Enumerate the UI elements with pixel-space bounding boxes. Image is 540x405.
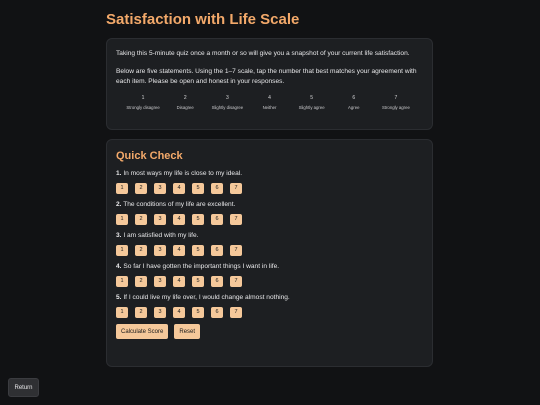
intro-card: Taking this 5-minute quiz once a month o… <box>106 38 433 130</box>
rating-button-4[interactable]: 4 <box>173 245 185 256</box>
rating-button-1[interactable]: 1 <box>116 245 128 256</box>
question-text: If I could live my life over, I would ch… <box>123 294 290 301</box>
rating-button-3[interactable]: 3 <box>154 307 166 318</box>
scale-number: 7 <box>394 95 398 101</box>
rating-button-6[interactable]: 6 <box>211 276 223 287</box>
rating-button-6[interactable]: 6 <box>211 245 223 256</box>
quiz-title: Quick Check <box>116 150 183 162</box>
rating-button-3[interactable]: 3 <box>154 245 166 256</box>
question-4: 4. So far I have gotten the important th… <box>116 262 423 287</box>
rating-button-4[interactable]: 4 <box>173 307 185 318</box>
rating-button-4[interactable]: 4 <box>173 183 185 194</box>
rating-button-7[interactable]: 7 <box>230 307 242 318</box>
scale-label: Strongly disagree <box>126 105 160 110</box>
scale-item: 7 Strongly agree <box>375 95 417 111</box>
rating-button-1[interactable]: 1 <box>116 276 128 287</box>
scale-item: 6 Agree <box>333 95 375 111</box>
rating-button-1[interactable]: 1 <box>116 183 128 194</box>
return-button[interactable]: Return <box>8 378 39 397</box>
scale-item: 2 Disagree <box>164 95 206 111</box>
rating-button-2[interactable]: 2 <box>135 214 147 225</box>
question-3: 3. I am satisfied with my life. 1 2 3 4 … <box>116 231 423 256</box>
question-number: 3. <box>116 232 122 239</box>
rating-button-5[interactable]: 5 <box>192 183 204 194</box>
scale-label: Slightly disagree <box>211 105 244 110</box>
rating-options: 1 2 3 4 5 6 7 <box>116 307 423 318</box>
rating-options: 1 2 3 4 5 6 7 <box>116 214 423 225</box>
calculate-score-button[interactable]: Calculate Score <box>116 324 169 339</box>
scale-number: 2 <box>183 95 187 101</box>
rating-button-6[interactable]: 6 <box>211 307 223 318</box>
scale-label: Neither <box>262 105 277 110</box>
rating-button-2[interactable]: 2 <box>135 307 147 318</box>
page-title: Satisfaction with Life Scale <box>106 11 300 28</box>
rating-button-7[interactable]: 7 <box>230 276 242 287</box>
rating-options: 1 2 3 4 5 6 7 <box>116 276 423 287</box>
rating-button-5[interactable]: 5 <box>192 245 204 256</box>
quiz-actions: Calculate Score Reset <box>116 324 423 339</box>
scale-number: 6 <box>352 95 356 101</box>
scale-item: 5 Slightly agree <box>291 95 333 111</box>
scale-label: Strongly agree <box>381 105 410 110</box>
question-2: 2. The conditions of my life are excelle… <box>116 200 423 225</box>
question-number: 5. <box>116 294 122 301</box>
rating-button-3[interactable]: 3 <box>154 276 166 287</box>
intro-paragraph-2: Below are five statements. Using the 1–7… <box>116 68 417 85</box>
scale-label: Disagree <box>176 105 194 110</box>
quiz-card: Quick Check 1. In most ways my life is c… <box>106 139 433 367</box>
scale-label: Agree <box>348 105 360 110</box>
question-number: 1. <box>116 170 122 177</box>
question-text: The conditions of my life are excellent. <box>123 201 236 208</box>
scale-number: 1 <box>141 95 145 101</box>
rating-button-6[interactable]: 6 <box>211 183 223 194</box>
scale-item: 3 Slightly disagree <box>206 95 248 111</box>
intro-paragraph-1: Taking this 5-minute quiz once a month o… <box>116 50 410 57</box>
question-text: In most ways my life is close to my idea… <box>123 170 243 177</box>
question-text: I am satisfied with my life. <box>123 232 199 239</box>
scale-legend: 1 Strongly disagree 2 Disagree 3 Slightly d… <box>116 95 423 111</box>
rating-button-4[interactable]: 4 <box>173 214 185 225</box>
scale-label: Slightly agree <box>298 105 325 110</box>
scale-number: 5 <box>310 95 314 101</box>
rating-button-2[interactable]: 2 <box>135 245 147 256</box>
scale-number: 4 <box>268 95 271 101</box>
scale-item: 1 Strongly disagree <box>122 95 164 111</box>
question-number: 2. <box>116 201 122 208</box>
rating-button-1[interactable]: 1 <box>116 214 128 225</box>
rating-button-3[interactable]: 3 <box>154 183 166 194</box>
rating-button-6[interactable]: 6 <box>211 214 223 225</box>
rating-button-2[interactable]: 2 <box>135 276 147 287</box>
rating-button-7[interactable]: 7 <box>230 183 242 194</box>
question-5: 5. If I could live my life over, I would… <box>116 293 423 318</box>
rating-button-5[interactable]: 5 <box>192 214 204 225</box>
rating-button-7[interactable]: 7 <box>230 214 242 225</box>
reset-button[interactable]: Reset <box>174 324 201 339</box>
scale-number: 3 <box>225 95 229 101</box>
rating-options: 1 2 3 4 5 6 7 <box>116 245 423 256</box>
scale-item: 4 Neither <box>248 95 290 111</box>
rating-button-1[interactable]: 1 <box>116 307 128 318</box>
rating-button-2[interactable]: 2 <box>135 183 147 194</box>
rating-button-5[interactable]: 5 <box>192 307 204 318</box>
rating-button-4[interactable]: 4 <box>173 276 185 287</box>
question-1: 1. In most ways my life is close to my i… <box>116 169 423 194</box>
rating-button-5[interactable]: 5 <box>192 276 204 287</box>
question-text: So far I have gotten the important thing… <box>123 263 280 270</box>
rating-options: 1 2 3 4 5 6 7 <box>116 183 423 194</box>
rating-button-3[interactable]: 3 <box>154 214 166 225</box>
question-number: 4. <box>116 263 122 270</box>
rating-button-7[interactable]: 7 <box>230 245 242 256</box>
